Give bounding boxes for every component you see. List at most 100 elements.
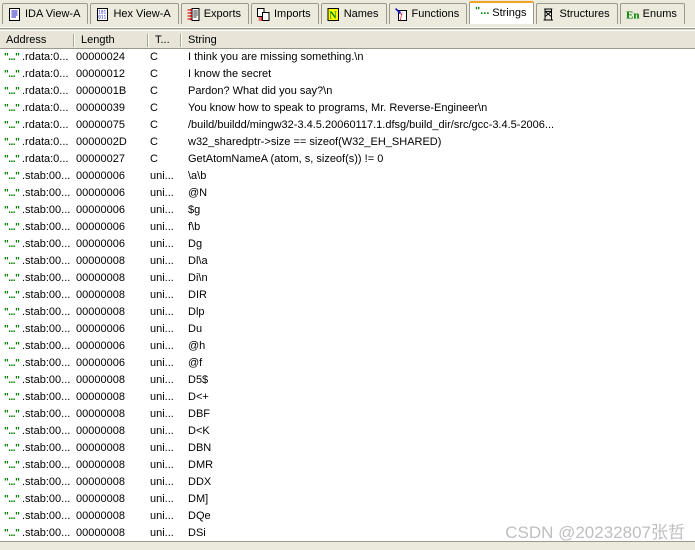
string-type-icon: "..." xyxy=(4,443,20,454)
column-header-type[interactable]: T... xyxy=(149,31,180,49)
string-type-icon: "..." xyxy=(4,137,20,148)
strings-list[interactable]: "..." .rdata:0... 00000024 C I think you are… xyxy=(0,49,695,541)
tab-label: Functions xyxy=(411,7,460,20)
cell-length: 00000008 xyxy=(76,527,125,539)
table-row[interactable]: "..." .rdata:0... 00000012 C I know the secr… xyxy=(0,66,695,83)
cell-string: /build/buildd/mingw32-3.4.5.20060117.1.d… xyxy=(188,119,555,131)
table-row[interactable]: "..." .stab:00... 00000008 uni... D5$ xyxy=(0,372,695,389)
cell-address: .stab:00... xyxy=(22,493,71,505)
cell-address: .stab:00... xyxy=(22,408,71,420)
cell-address: .stab:00... xyxy=(22,476,71,488)
cell-address: .stab:00... xyxy=(22,238,71,250)
cell-type: uni... xyxy=(150,408,174,420)
string-type-icon: "..." xyxy=(4,528,20,539)
column-divider-2[interactable] xyxy=(147,34,149,47)
tab-strings[interactable]: "..."Strings xyxy=(469,1,535,24)
cell-string: Di\n xyxy=(188,272,208,284)
column-header-address[interactable]: Address xyxy=(0,31,73,49)
tab-ida-view-a[interactable]: IDA View-A xyxy=(2,3,89,24)
cell-address: .stab:00... xyxy=(22,306,71,318)
cell-address: .stab:00... xyxy=(22,289,71,301)
table-row[interactable]: "..." .stab:00... 00000008 uni... Di\n xyxy=(0,270,695,287)
tab-label: Structures xyxy=(559,7,610,20)
cell-address: .rdata:0... xyxy=(22,85,69,97)
table-row[interactable]: "..." .stab:00... 00000006 uni... Du xyxy=(0,321,695,338)
table-row[interactable]: "..." .rdata:0... 00000024 C I think you are… xyxy=(0,49,695,66)
string-type-icon: "..." xyxy=(4,103,20,114)
table-row[interactable]: "..." .stab:00... 00000008 uni... DBN xyxy=(0,440,695,457)
string-type-icon: "..." xyxy=(4,120,20,131)
cell-type: uni... xyxy=(150,187,174,199)
table-row[interactable]: "..." .stab:00... 00000008 uni... DDX xyxy=(0,474,695,491)
cell-type: uni... xyxy=(150,238,174,250)
table-row[interactable]: "..." .stab:00... 00000006 uni... \a\b xyxy=(0,168,695,185)
column-header-length[interactable]: Length xyxy=(75,31,147,49)
table-row[interactable]: "..." .stab:00... 00000008 uni... DIR xyxy=(0,287,695,304)
column-divider-3[interactable] xyxy=(180,34,182,47)
table-row[interactable]: "..." .stab:00... 00000008 uni... DSi xyxy=(0,525,695,541)
cell-type: C xyxy=(150,119,158,131)
tab-enums[interactable]: En Enums xyxy=(619,3,685,24)
cell-string: DBN xyxy=(188,442,212,454)
table-row[interactable]: "..." .stab:00... 00000006 uni... @N xyxy=(0,185,695,202)
tab-imports[interactable]: Imports xyxy=(251,3,319,24)
tab-label: Strings xyxy=(492,7,527,19)
table-row[interactable]: "..." .stab:00... 00000006 uni... Dg xyxy=(0,236,695,253)
tab-hex-view-a[interactable]: 101 011 Hex View-A xyxy=(90,3,179,24)
cell-type: uni... xyxy=(150,255,174,267)
hex-view-icon: 101 011 xyxy=(96,7,109,21)
table-row[interactable]: "..." .stab:00... 00000008 uni... Dlp xyxy=(0,304,695,321)
table-row[interactable]: "..." .stab:00... 00000008 uni... D<+ xyxy=(0,389,695,406)
cell-string: Pardon? What did you say?\n xyxy=(188,85,333,97)
cell-type: uni... xyxy=(150,442,174,454)
cell-address: .stab:00... xyxy=(22,374,71,386)
table-row[interactable]: "..." .stab:00... 00000006 uni... f\b xyxy=(0,219,695,236)
cell-address: .stab:00... xyxy=(22,425,71,437)
tab-names[interactable]: N Names xyxy=(320,3,387,24)
column-header-string[interactable]: String xyxy=(182,31,692,49)
cell-length: 00000024 xyxy=(76,51,125,63)
column-divider-1[interactable] xyxy=(73,34,75,47)
table-row[interactable]: "..." .stab:00... 00000006 uni... $g xyxy=(0,202,695,219)
cell-address: .stab:00... xyxy=(22,510,71,522)
cell-type: uni... xyxy=(150,289,174,301)
string-type-icon: "..." xyxy=(4,307,20,318)
cell-length: 00000008 xyxy=(76,289,125,301)
cell-string: I think you are missing something.\n xyxy=(188,51,364,63)
table-row[interactable]: "..." .stab:00... 00000008 uni... DMR xyxy=(0,457,695,474)
cell-address: .stab:00... xyxy=(22,187,71,199)
cell-length: 00000008 xyxy=(76,391,125,403)
cell-string: Dl\a xyxy=(188,255,208,267)
cell-type: uni... xyxy=(150,357,174,369)
table-row[interactable]: "..." .rdata:0... 0000001B C Pardon? What di… xyxy=(0,83,695,100)
table-row[interactable]: "..." .rdata:0... 00000075 C/build/buildd/m… xyxy=(0,117,695,134)
cell-string: You know how to speak to programs, Mr. R… xyxy=(188,102,488,114)
enums-icon: En xyxy=(626,8,639,20)
table-row[interactable]: "..." .stab:00... 00000006 uni... @f xyxy=(0,355,695,372)
table-row[interactable]: "..." .stab:00... 00000008 uni... DBF xyxy=(0,406,695,423)
string-type-icon: "..." xyxy=(4,86,20,97)
table-row[interactable]: "..." .stab:00... 00000008 uni... DQe xyxy=(0,508,695,525)
cell-type: uni... xyxy=(150,272,174,284)
cell-length: 00000008 xyxy=(76,374,125,386)
table-row[interactable]: "..." .rdata:0... 00000027 C GetAtomNameA (a… xyxy=(0,151,695,168)
cell-length: 00000006 xyxy=(76,204,125,216)
table-row[interactable]: "..." .stab:00... 00000008 uni... D<K xyxy=(0,423,695,440)
tab-functions[interactable]: f Functions xyxy=(388,3,468,24)
cell-address: .stab:00... xyxy=(22,204,71,216)
cell-string: DIR xyxy=(188,289,207,301)
table-row[interactable]: "..." .rdata:0... 0000002D Cw32_sharedptr->… xyxy=(0,134,695,151)
cell-length: 00000006 xyxy=(76,340,125,352)
svg-text:N: N xyxy=(329,10,337,21)
cell-address: .rdata:0... xyxy=(22,68,69,80)
table-row[interactable]: "..." .stab:00... 00000008 uni... Dl\a xyxy=(0,253,695,270)
ida-strings-window: IDA View-A 101 011 Hex View-A Exports Imports… xyxy=(0,0,695,550)
table-row[interactable]: "..." .rdata:0... 00000039 C You know how to… xyxy=(0,100,695,117)
imports-icon xyxy=(257,7,270,21)
string-type-icon: "..." xyxy=(4,154,20,165)
table-row[interactable]: "..." .stab:00... 00000006 uni... @h xyxy=(0,338,695,355)
tab-exports[interactable]: Exports xyxy=(180,3,249,24)
tab-structures[interactable]: Structures xyxy=(536,3,618,24)
cell-type: uni... xyxy=(150,170,174,182)
table-row[interactable]: "..." .stab:00... 00000008 uni... DM] xyxy=(0,491,695,508)
